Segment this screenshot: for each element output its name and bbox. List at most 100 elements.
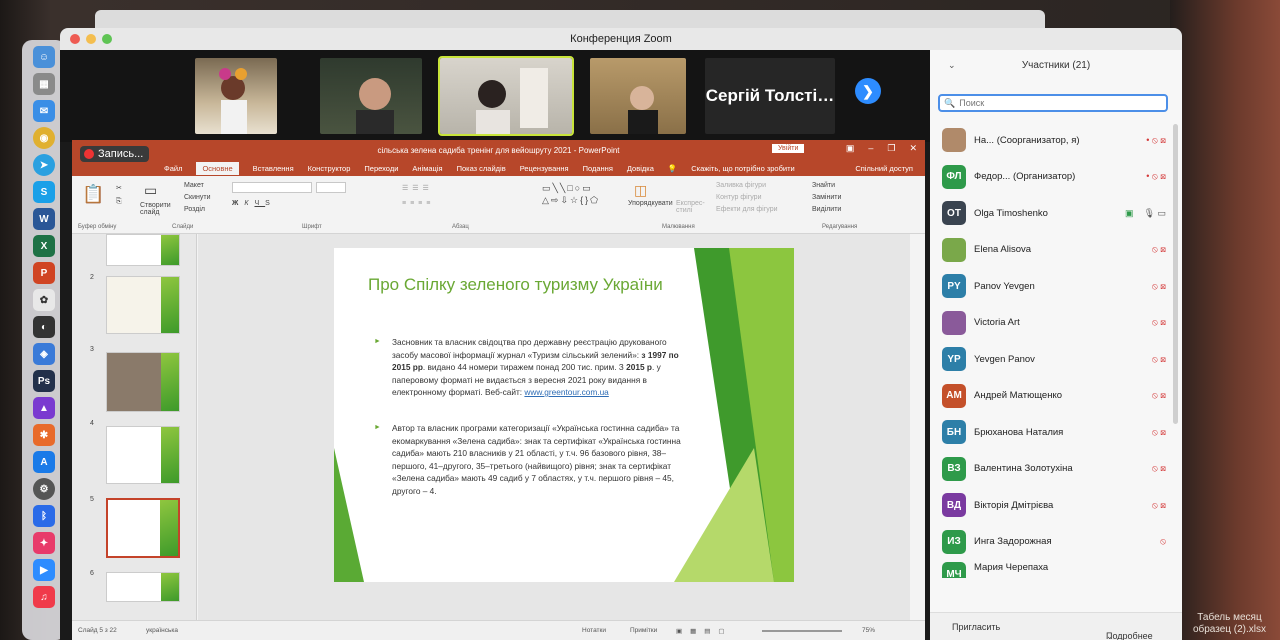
participant-row[interactable]: ВЗ Валентина Золотухіна ⦸ ⊠ bbox=[930, 451, 1176, 488]
tab-design[interactable]: Конструктор bbox=[308, 164, 351, 173]
copy-icon[interactable]: ⎘ bbox=[116, 198, 122, 206]
view-buttons[interactable]: ▣▦▤▢ bbox=[676, 627, 733, 635]
website-link[interactable]: www.greentour.com.ua bbox=[524, 387, 608, 397]
slide-thumbnail[interactable] bbox=[106, 572, 180, 602]
list-buttons[interactable]: ☰☰☰ bbox=[402, 184, 433, 192]
telegram-icon[interactable]: ➤ bbox=[33, 154, 55, 176]
tab-view[interactable]: Подання bbox=[583, 164, 613, 173]
zoom-level[interactable]: 75% bbox=[862, 627, 875, 634]
vpn-icon[interactable]: ◈ bbox=[33, 343, 55, 365]
tab-slideshow[interactable]: Показ слайдів bbox=[457, 164, 506, 173]
restore-icon[interactable]: ❐ bbox=[887, 143, 895, 154]
layout-button[interactable]: Макет bbox=[184, 182, 204, 189]
participant-row[interactable]: АМ Андрей Матющенко ⦸ ⊠ bbox=[930, 378, 1176, 415]
search-input[interactable] bbox=[959, 98, 1160, 108]
desktop-file-label[interactable]: Табель месяц образец (2).xlsx bbox=[1193, 612, 1266, 636]
tab-insert[interactable]: Вставлення bbox=[253, 164, 294, 173]
tab-animation[interactable]: Анімація bbox=[412, 164, 442, 173]
participant-search[interactable]: 🔍 bbox=[938, 94, 1168, 112]
figma-icon[interactable]: ✦ bbox=[33, 532, 55, 554]
video-tile-2[interactable] bbox=[320, 58, 422, 134]
align-buttons[interactable]: ≡≡≡≡ bbox=[402, 200, 434, 207]
language-indicator[interactable]: українська bbox=[146, 627, 178, 634]
font-size-select[interactable] bbox=[316, 182, 346, 193]
shapes-gallery[interactable]: ▭╲╲□○▭ △⇨⇩☆{}⬠ bbox=[542, 182, 622, 206]
excel-icon[interactable]: X bbox=[33, 235, 55, 257]
participant-row[interactable]: PY Panov Yevgen ⦸ ⊠ bbox=[930, 268, 1176, 305]
replace-button[interactable]: Замінити bbox=[812, 194, 841, 201]
zoom-icon[interactable]: ▶ bbox=[33, 559, 55, 581]
avatar: МЧ bbox=[942, 562, 966, 578]
tab-transitions[interactable]: Переходи bbox=[364, 164, 398, 173]
tab-home[interactable]: Основне bbox=[196, 161, 239, 175]
slide-thumbnail[interactable] bbox=[106, 426, 180, 484]
shape-fill-button[interactable]: Заливка фігури bbox=[716, 182, 766, 189]
music-icon[interactable]: ♫ bbox=[33, 586, 55, 608]
participant-row[interactable]: YP Yevgen Panov ⦸ ⊠ bbox=[930, 341, 1176, 378]
font-name-select[interactable] bbox=[232, 182, 312, 193]
participant-row[interactable]: ВД Вікторія Дмітрієва ⦸ ⊠ bbox=[930, 487, 1176, 524]
quick-styles-button[interactable]: Експрес-стилі bbox=[676, 200, 710, 214]
avatar: ИЗ bbox=[942, 529, 966, 554]
participant-row[interactable]: Elena Alisova ⦸ ⊠ bbox=[930, 232, 1176, 269]
font-format-buttons[interactable]: ЖКЧS bbox=[232, 200, 276, 207]
bluetooth-icon[interactable]: ᛒ bbox=[33, 505, 55, 527]
gallery-next-button[interactable]: ❯ bbox=[855, 78, 881, 104]
video-tile-active-speaker[interactable] bbox=[438, 56, 574, 136]
tab-review[interactable]: Рецензування bbox=[520, 164, 569, 173]
shape-outline-button[interactable]: Контур фігури bbox=[716, 194, 761, 201]
settings-icon[interactable]: ⚙ bbox=[33, 478, 55, 500]
participant-row[interactable]: ИЗ Инга Задорожная ⦸ bbox=[930, 524, 1176, 561]
tell-me-search[interactable]: Скажіть, що потрібно зробити bbox=[691, 164, 795, 173]
powerpoint-icon[interactable]: P bbox=[33, 262, 55, 284]
slide-thumbnail[interactable] bbox=[106, 352, 180, 412]
davinci-icon[interactable]: ◐ bbox=[33, 316, 55, 338]
tab-help[interactable]: Довідка bbox=[627, 164, 654, 173]
section-button[interactable]: Розділ bbox=[184, 206, 205, 213]
tab-file[interactable]: Файл bbox=[164, 164, 182, 173]
cut-icon[interactable]: ✂ bbox=[116, 184, 122, 192]
paste-icon[interactable]: 📋 bbox=[82, 184, 104, 205]
arrange-button[interactable]: Упорядкувати bbox=[628, 200, 673, 207]
chevron-down-icon[interactable]: ⌄ bbox=[948, 60, 956, 71]
launchpad-icon[interactable]: ▦ bbox=[33, 73, 55, 95]
shape-effects-button[interactable]: Ефекти для фігури bbox=[716, 206, 778, 213]
mail-icon[interactable]: ✉ bbox=[33, 100, 55, 122]
slide-thumbnail[interactable] bbox=[106, 276, 180, 334]
video-tile-1[interactable] bbox=[195, 58, 277, 134]
photos-icon[interactable]: ✿ bbox=[33, 289, 55, 311]
participant-row[interactable]: БН Брюханова Наталия ⦸ ⊠ bbox=[930, 414, 1176, 451]
slide-thumbnail-selected[interactable] bbox=[106, 498, 180, 558]
signin-button[interactable]: Увійти bbox=[772, 144, 805, 153]
participant-row[interactable]: OT Olga Timoshenko ▣ 🎙 ▭ bbox=[930, 195, 1176, 232]
invite-button[interactable]: Пригласить bbox=[952, 622, 1000, 632]
participant-row[interactable]: ФЛ Федор... (Организатор) • ⦸ ⊠ bbox=[930, 159, 1176, 196]
close-icon[interactable]: ✕ bbox=[909, 143, 917, 154]
share-button[interactable]: Спільний доступ bbox=[855, 164, 913, 173]
ribbon-display-icon[interactable]: ▣ bbox=[846, 143, 855, 154]
notes-button[interactable]: Нотатки bbox=[582, 627, 606, 634]
slide-thumbnail[interactable] bbox=[106, 234, 180, 266]
finder-icon[interactable]: ☺ bbox=[33, 46, 55, 68]
participant-row[interactable]: На... (Соорганизатор, я) • ⦸ ⊠ bbox=[930, 122, 1176, 159]
create-slide-button[interactable]: Створити слайд bbox=[140, 202, 180, 216]
slack-icon[interactable]: ✱ bbox=[33, 424, 55, 446]
affinity-icon[interactable]: ▲ bbox=[33, 397, 55, 419]
minimize-icon[interactable]: – bbox=[868, 143, 873, 154]
recording-indicator[interactable]: Запись... bbox=[80, 146, 150, 162]
video-tile-name-only[interactable]: Сергій Толсті… bbox=[705, 58, 835, 134]
reset-button[interactable]: Скинути bbox=[184, 194, 211, 201]
participant-row[interactable]: МЧ Мария Черепаха bbox=[930, 560, 1176, 578]
photoshop-icon[interactable]: Ps bbox=[33, 370, 55, 392]
appstore-icon[interactable]: A bbox=[33, 451, 55, 473]
zoom-slider[interactable] bbox=[762, 630, 842, 632]
word-icon[interactable]: W bbox=[33, 208, 55, 230]
find-button[interactable]: Знайти bbox=[812, 182, 835, 189]
chrome-icon[interactable]: ◉ bbox=[33, 127, 55, 149]
video-tile-4[interactable] bbox=[590, 58, 686, 134]
current-slide[interactable]: Про Спілку зеленого туризму України Засн… bbox=[334, 248, 794, 582]
select-button[interactable]: Виділити bbox=[812, 206, 841, 213]
comments-button[interactable]: Примітки bbox=[630, 627, 657, 634]
skype-icon[interactable]: S bbox=[33, 181, 55, 203]
participant-row[interactable]: Victoria Art ⦸ ⊠ bbox=[930, 305, 1176, 342]
